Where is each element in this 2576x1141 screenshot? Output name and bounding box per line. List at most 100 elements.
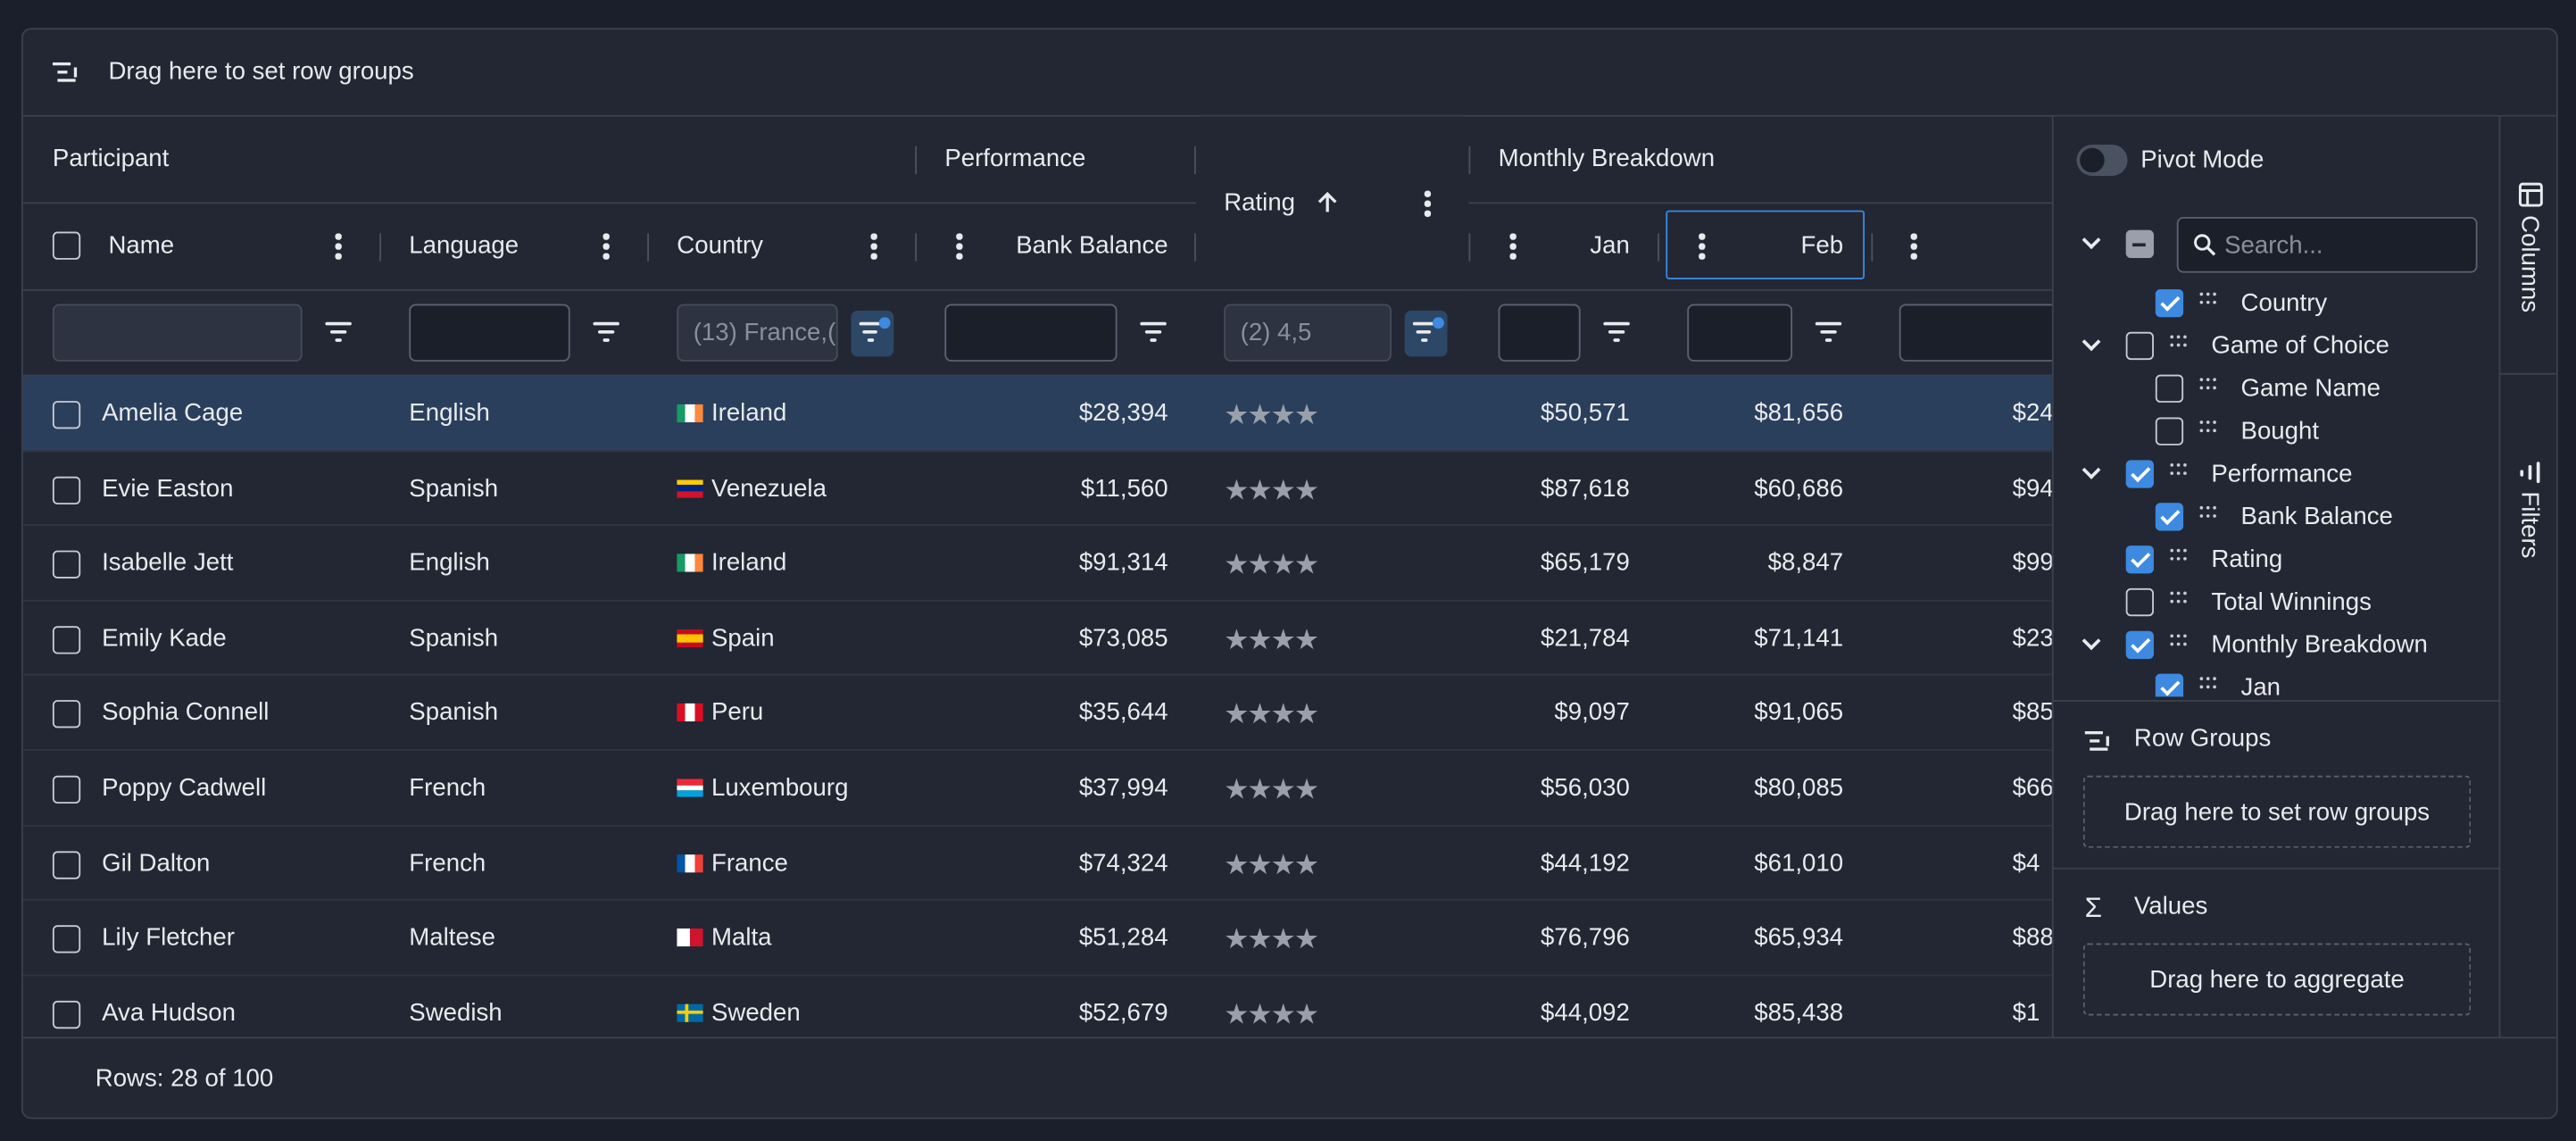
table-row[interactable]: Isabelle Jett English Ireland $91,314 ★★… bbox=[22, 526, 2052, 602]
cell-name[interactable]: Amelia Cage bbox=[102, 399, 243, 427]
drag-handle-icon[interactable] bbox=[2199, 677, 2217, 690]
row-select-checkbox[interactable] bbox=[52, 925, 81, 954]
cell-feb[interactable]: $60,686 bbox=[1687, 474, 1843, 502]
cell-feb[interactable]: $65,934 bbox=[1687, 924, 1843, 952]
cell-language[interactable]: Spanish bbox=[409, 474, 498, 502]
cell-bank-balance[interactable]: $91,314 bbox=[944, 549, 1168, 577]
cell-language[interactable]: Spanish bbox=[409, 624, 498, 652]
cell-language[interactable]: Spanish bbox=[409, 699, 498, 727]
country-menu-icon[interactable] bbox=[870, 233, 877, 259]
header-country[interactable]: Country bbox=[677, 232, 763, 260]
column-list-item[interactable]: Total Winnings bbox=[2054, 582, 2502, 625]
header-feb[interactable]: Feb bbox=[1732, 232, 1844, 260]
bank-balance-filter-icon[interactable] bbox=[1140, 321, 1167, 346]
rating-filter-active-button[interactable] bbox=[1404, 310, 1448, 357]
cell-jan[interactable]: $44,192 bbox=[1499, 849, 1630, 877]
cell-rating[interactable]: ★★★★ bbox=[1224, 849, 1319, 882]
pivot-mode-toggle[interactable] bbox=[2076, 144, 2128, 176]
row-select-checkbox[interactable] bbox=[52, 625, 81, 654]
feb-filter-input[interactable] bbox=[1687, 304, 1793, 362]
cell-next-column[interactable]: $99 bbox=[2013, 549, 2052, 577]
name-filter-icon[interactable] bbox=[325, 321, 352, 346]
cell-country[interactable]: Ireland bbox=[677, 399, 786, 428]
cell-bank-balance[interactable]: $37,994 bbox=[944, 774, 1168, 802]
jan-menu-icon[interactable] bbox=[1509, 233, 1516, 259]
column-visibility-checkbox[interactable] bbox=[2155, 288, 2184, 318]
cell-next-column[interactable]: $24 bbox=[2013, 399, 2052, 427]
collapse-all-chevron-icon[interactable] bbox=[2082, 230, 2101, 250]
row-select-checkbox[interactable] bbox=[52, 476, 81, 504]
cell-bank-balance[interactable]: $74,324 bbox=[944, 849, 1168, 877]
cell-next-column[interactable]: $88 bbox=[2013, 924, 2052, 952]
column-visibility-checkbox[interactable] bbox=[2125, 460, 2154, 488]
drag-handle-icon[interactable] bbox=[2170, 591, 2188, 605]
filters-side-tab[interactable]: Filters bbox=[2500, 376, 2556, 589]
cell-language[interactable]: French bbox=[409, 849, 486, 877]
row-select-checkbox[interactable] bbox=[52, 1000, 81, 1029]
cell-language[interactable]: English bbox=[409, 399, 490, 427]
cell-jan[interactable]: $50,571 bbox=[1499, 399, 1630, 427]
row-select-checkbox[interactable] bbox=[52, 775, 81, 804]
header-language[interactable]: Language bbox=[409, 232, 519, 260]
language-filter-input[interactable] bbox=[409, 304, 570, 362]
cell-country[interactable]: Malta bbox=[677, 924, 771, 952]
cell-feb[interactable]: $80,085 bbox=[1687, 774, 1843, 802]
jan-filter-icon[interactable] bbox=[1603, 321, 1630, 346]
expand-chevron-icon[interactable] bbox=[2082, 332, 2101, 352]
cell-language[interactable]: English bbox=[409, 549, 490, 577]
header-jan[interactable]: Jan bbox=[1534, 232, 1630, 260]
cell-rating[interactable]: ★★★★ bbox=[1224, 774, 1319, 807]
column-visibility-checkbox[interactable] bbox=[2125, 546, 2154, 574]
column-visibility-checkbox[interactable] bbox=[2155, 374, 2184, 403]
group-header-participant[interactable]: Participant bbox=[53, 145, 169, 172]
country-filter-input[interactable]: (13) France,( bbox=[677, 304, 838, 362]
cell-bank-balance[interactable]: $52,679 bbox=[944, 999, 1168, 1027]
column-search-input[interactable]: Search... bbox=[2176, 216, 2478, 273]
cell-next-column[interactable]: $85 bbox=[2013, 699, 2052, 727]
column-list-item[interactable]: Jan bbox=[2054, 667, 2502, 697]
language-menu-icon[interactable] bbox=[602, 233, 609, 259]
cell-next-column[interactable]: $23 bbox=[2013, 624, 2052, 652]
group-header-monthly-breakdown[interactable]: Monthly Breakdown bbox=[1499, 145, 1715, 172]
row-select-checkbox[interactable] bbox=[52, 401, 81, 429]
cell-jan[interactable]: $65,179 bbox=[1499, 549, 1630, 577]
column-visibility-checkbox[interactable] bbox=[2125, 587, 2154, 617]
cell-name[interactable]: Evie Easton bbox=[102, 474, 233, 502]
drag-handle-icon[interactable] bbox=[2170, 634, 2188, 647]
cell-rating[interactable]: ★★★★ bbox=[1224, 699, 1319, 732]
column-list-item[interactable]: Country bbox=[2054, 286, 2502, 325]
cell-jan[interactable]: $44,092 bbox=[1499, 999, 1630, 1027]
column-list-item[interactable]: Rating bbox=[2054, 539, 2502, 582]
cell-jan[interactable]: $76,796 bbox=[1499, 924, 1630, 952]
cell-country[interactable]: Spain bbox=[677, 624, 775, 652]
table-row[interactable]: Lily Fletcher Maltese Malta $51,284 ★★★★… bbox=[22, 901, 2052, 976]
drag-handle-icon[interactable] bbox=[2170, 548, 2188, 562]
name-filter-input[interactable] bbox=[52, 304, 303, 362]
cell-rating[interactable]: ★★★★ bbox=[1224, 624, 1319, 657]
cell-jan[interactable]: $21,784 bbox=[1499, 624, 1630, 652]
cell-next-column[interactable]: $66 bbox=[2013, 774, 2052, 802]
column-list-item[interactable]: Bought bbox=[2054, 411, 2502, 454]
column-list-item[interactable]: Monthly Breakdown bbox=[2054, 624, 2502, 667]
cell-bank-balance[interactable]: $28,394 bbox=[944, 399, 1168, 427]
toggle-all-columns-checkbox[interactable] bbox=[2125, 229, 2154, 258]
cell-country[interactable]: Luxembourg bbox=[677, 774, 848, 802]
column-visibility-checkbox[interactable] bbox=[2155, 417, 2184, 446]
column-list-item[interactable]: Performance bbox=[2054, 454, 2502, 496]
cell-name[interactable]: Sophia Connell bbox=[102, 699, 269, 727]
jan-filter-input[interactable] bbox=[1498, 304, 1581, 362]
cell-rating[interactable]: ★★★★ bbox=[1224, 474, 1319, 507]
column-list-item[interactable]: Bank Balance bbox=[2054, 496, 2502, 539]
cell-name[interactable]: Poppy Cadwell bbox=[102, 774, 266, 802]
cell-jan[interactable]: $87,618 bbox=[1499, 474, 1630, 502]
cell-language[interactable]: Swedish bbox=[409, 999, 502, 1027]
cell-country[interactable]: Ireland bbox=[677, 549, 786, 577]
bank-balance-filter-input[interactable] bbox=[944, 304, 1118, 362]
row-select-checkbox[interactable] bbox=[52, 850, 81, 879]
feb-menu-icon[interactable] bbox=[1699, 233, 1705, 259]
row-select-checkbox[interactable] bbox=[52, 550, 81, 579]
cell-bank-balance[interactable]: $73,085 bbox=[944, 624, 1168, 652]
table-row[interactable]: Poppy Cadwell French Luxembourg $37,994 … bbox=[22, 751, 2052, 826]
cell-bank-balance[interactable]: $51,284 bbox=[944, 924, 1168, 952]
table-row[interactable]: Ava Hudson Swedish Sweden $52,679 ★★★★ $… bbox=[23, 976, 2052, 1038]
